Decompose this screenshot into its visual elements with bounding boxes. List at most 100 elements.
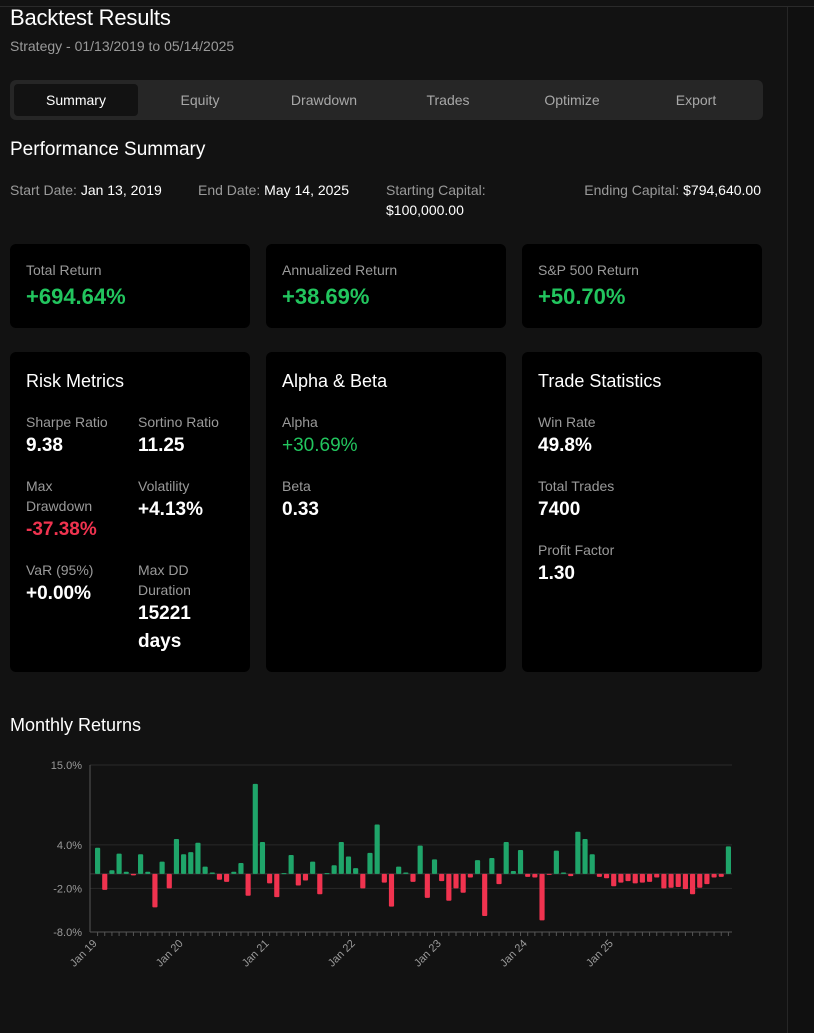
monthly-return-bar [360, 873, 366, 889]
monthly-return-bar [102, 873, 108, 890]
x-tick-label: Jan 24 [498, 938, 530, 970]
monthly-return-bar [195, 842, 201, 874]
monthly-return-bar [460, 873, 466, 893]
annualized-return-value: +38.69% [282, 284, 370, 309]
y-tick-label: -2.0% [53, 883, 82, 895]
monthly-return-bar [209, 872, 215, 874]
max-drawdown-label-line2: Drawdown [26, 498, 93, 514]
monthly-return-bar [417, 845, 423, 874]
page-title: Backtest Results [10, 5, 171, 30]
monthly-return-bar [95, 847, 101, 874]
monthly-return-bar [324, 873, 330, 875]
monthly-return-bar [152, 873, 158, 908]
monthly-return-bar [603, 873, 610, 879]
monthly-return-bar [525, 873, 531, 877]
monthly-return-bar [295, 873, 301, 886]
x-tick-label: Jan 21 [240, 938, 272, 970]
monthly-return-bar [582, 839, 588, 874]
tab-summary[interactable]: Summary [14, 84, 138, 116]
y-tick-label: 15.0% [51, 760, 82, 772]
beta-label: Beta [282, 478, 311, 494]
monthly-return-bar [618, 873, 624, 883]
total-return-value: +694.64% [26, 284, 126, 309]
monthly-return-bar [632, 873, 638, 884]
volatility-value: +4.13% [138, 499, 203, 520]
monthly-return-bar [639, 873, 645, 883]
monthly-return-bar [123, 871, 129, 874]
monthly-return-bar [202, 866, 208, 874]
tab-drawdown[interactable]: Drawdown [262, 84, 386, 116]
x-tick-label: Jan 25 [584, 938, 616, 970]
trade-statistics-heading: Trade Statistics [538, 371, 662, 391]
starting-capital-label: Starting Capital: [386, 182, 486, 198]
alpha-value: +30.69% [282, 435, 358, 456]
sp500-return-label: S&P 500 Return [538, 262, 639, 278]
monthly-return-bar [474, 860, 481, 874]
y-tick-label: -8.0% [53, 927, 82, 939]
monthly-return-bar [130, 873, 137, 876]
monthly-return-bar [682, 873, 688, 890]
monthly-return-bar [245, 873, 251, 896]
monthly-return-bar [173, 839, 180, 874]
monthly-return-bar [611, 873, 617, 887]
sp500-return-value: +50.70% [538, 284, 626, 309]
ending-capital: Ending Capital: $794,640.00 [560, 180, 761, 200]
monthly-return-bar [403, 872, 409, 874]
beta-value: 0.33 [282, 499, 319, 520]
monthly-return-bar [668, 873, 674, 888]
start-date-label: Start Date: [10, 182, 77, 198]
monthly-return-bar [661, 873, 667, 889]
alpha-beta-heading: Alpha & Beta [282, 371, 388, 391]
monthly-return-bar [625, 873, 631, 882]
total-return-card: Total Return +694.64% [10, 244, 250, 328]
x-tick-label: Jan 19 [68, 938, 100, 970]
max-dd-duration-label-line1: Max DD [138, 562, 189, 578]
start-date: Start Date: Jan 13, 2019 [10, 180, 162, 200]
monthly-return-bar [231, 871, 237, 874]
volatility-label: Volatility [138, 478, 190, 494]
monthly-return-bar [646, 873, 653, 882]
sharpe-value: 9.38 [26, 435, 63, 456]
page-subtitle: Strategy - 01/13/2019 to 05/14/2025 [10, 38, 235, 54]
max-dd-duration-label-line2: Duration [138, 582, 191, 598]
risk-metrics-card: Risk Metrics Sharpe Ratio 9.38 Sortino R… [10, 352, 250, 672]
monthly-return-bar [539, 873, 545, 921]
alpha-beta-card: Alpha & Beta Alpha +30.69% Beta 0.33 [266, 352, 506, 672]
x-tick-label: Jan 23 [412, 938, 444, 970]
monthly-return-bar [145, 871, 151, 874]
profit-factor-value: 1.30 [538, 563, 575, 584]
tab-export[interactable]: Export [634, 84, 758, 116]
monthly-return-bar [281, 873, 287, 875]
annualized-return-card: Annualized Return +38.69% [266, 244, 506, 328]
monthly-return-bar [704, 873, 710, 885]
monthly-return-bar [238, 863, 244, 874]
monthly-return-bar [109, 870, 115, 874]
monthly-return-bar [166, 873, 172, 889]
trade-statistics-card: Trade Statistics Win Rate 49.8% Total Tr… [522, 352, 762, 672]
starting-capital: Starting Capital: $100,000.00 [386, 180, 546, 220]
monthly-return-bar [560, 872, 567, 874]
tab-equity[interactable]: Equity [138, 84, 262, 116]
max-drawdown-label-line1: Max [26, 478, 53, 494]
monthly-return-bar [589, 854, 595, 874]
total-trades-value: 7400 [538, 499, 581, 520]
monthly-return-bar [482, 873, 488, 917]
starting-capital-value: $100,000.00 [386, 202, 464, 218]
monthly-return-bar [302, 873, 309, 881]
monthly-return-bar [159, 861, 165, 874]
monthly-return-bar [396, 866, 402, 874]
monthly-return-bar [267, 873, 273, 884]
monthly-return-bar [654, 873, 660, 878]
monthly-return-bar [575, 831, 581, 874]
monthly-return-bar [252, 783, 258, 874]
total-trades-label: Total Trades [538, 478, 615, 494]
tab-optimize[interactable]: Optimize [510, 84, 634, 116]
monthly-returns-heading: Monthly Returns [10, 715, 142, 735]
monthly-return-bar [489, 857, 495, 874]
x-tick-label: Jan 22 [326, 938, 358, 970]
ending-capital-value: $794,640.00 [683, 182, 761, 198]
alpha-label: Alpha [282, 414, 318, 430]
monthly-return-bar [259, 841, 266, 874]
annualized-return-label: Annualized Return [282, 262, 398, 278]
tab-trades[interactable]: Trades [386, 84, 510, 116]
